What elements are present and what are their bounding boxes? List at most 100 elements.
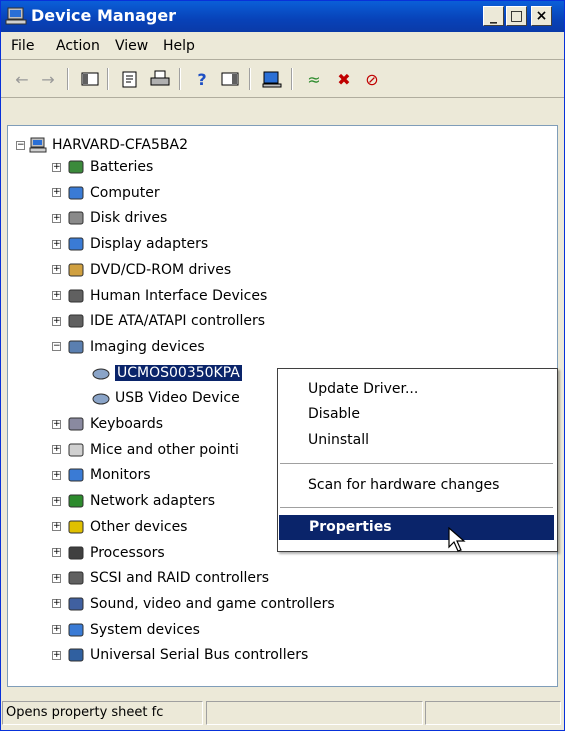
computer-icon — [29, 137, 47, 153]
tree-item-ide-ata-atapi-controllers[interactable]: + IDE ATA/ATAPI controllers — [52, 310, 265, 332]
tree-item-other-devices[interactable]: + Other devices — [52, 516, 187, 538]
tree-item-label: Human Interface Devices — [90, 287, 268, 304]
title-bar[interactable]: Device Manager _ □ × — [1, 1, 564, 32]
computer-icon — [68, 186, 84, 200]
show-hide-action-pane-icon[interactable] — [217, 67, 243, 91]
expand-expander[interactable]: + — [52, 316, 61, 326]
expand-expander[interactable]: + — [52, 650, 61, 660]
collapse-expander[interactable]: − — [52, 342, 61, 352]
properties-menu-item[interactable]: Properties — [279, 515, 554, 540]
properties-icon[interactable] — [117, 67, 143, 91]
scan-hardware-icon[interactable] — [259, 67, 285, 91]
status-text: Opens property sheet fc — [2, 701, 203, 725]
hid-icon — [68, 289, 84, 302]
tree-item-scsi-and-raid-controllers[interactable]: + SCSI and RAID controllers — [52, 567, 269, 589]
mouse-icon — [68, 443, 84, 457]
tree-item-label: Batteries — [90, 159, 154, 175]
expand-expander[interactable]: + — [52, 496, 61, 506]
camera-icon — [68, 340, 84, 354]
tree-item-human-interface-devices[interactable]: + Human Interface Devices — [52, 285, 267, 307]
expand-expander[interactable]: + — [52, 445, 61, 455]
question-mark-icon — [68, 520, 84, 534]
tree-item-display-adapters[interactable]: + Display adapters — [52, 233, 208, 255]
computer-icon — [5, 7, 27, 25]
tree-root[interactable]: − HARVARD-CFA5BA2 — [16, 134, 188, 156]
tree-item-keyboards[interactable]: + Keyboards — [52, 413, 163, 435]
tree-item-disk-drives[interactable]: + Disk drives — [52, 207, 167, 229]
tree-item-batteries[interactable]: + Batteries — [52, 156, 153, 178]
window-title: Device Manager — [31, 6, 177, 25]
tree-item-label: Sound, video and game controllers — [90, 595, 335, 612]
update-driver-menu-item[interactable]: Update Driver... — [278, 377, 555, 402]
tree-item-processors[interactable]: + Processors — [52, 542, 165, 564]
device-manager-window: Device Manager _ □ × File Action View He… — [0, 0, 565, 731]
scsi-icon — [68, 571, 84, 585]
print-icon[interactable] — [147, 67, 173, 91]
tree-root-label: HARVARD-CFA5BA2 — [52, 137, 189, 153]
expand-expander[interactable]: + — [52, 548, 61, 557]
show-hide-console-tree-icon[interactable] — [77, 67, 103, 91]
disk-drive-icon — [68, 211, 84, 225]
expand-expander[interactable]: + — [52, 419, 61, 429]
collapse-root-expander[interactable]: − — [16, 140, 25, 150]
expand-expander[interactable]: + — [52, 265, 61, 275]
menu-view[interactable]: View — [115, 37, 148, 55]
expand-expander[interactable]: + — [52, 162, 61, 172]
disable-icon[interactable]: ⊘ — [359, 67, 385, 91]
tree-item-label: UCMOS00350KPA — [115, 364, 242, 381]
sound-icon — [68, 597, 84, 611]
expand-expander[interactable]: + — [52, 625, 61, 635]
minimize-button[interactable]: _ — [483, 6, 504, 26]
tree-item-label: DVD/CD-ROM drives — [90, 261, 232, 278]
menu-file[interactable]: File — [11, 37, 34, 55]
tree-item-label: Mice and other pointi — [90, 441, 239, 458]
expand-expander[interactable]: + — [52, 522, 61, 532]
tree-item-network-adapters[interactable]: + Network adapters — [52, 490, 215, 512]
tree-item-label: Processors — [90, 544, 165, 561]
tree-item-label: Other devices — [90, 518, 188, 535]
tree-item-dvd-cd-rom-drives[interactable]: + DVD/CD-ROM drives — [52, 259, 231, 281]
network-adapter-icon — [68, 494, 84, 508]
context-menu: Update Driver... Disable Uninstall Scan … — [277, 368, 558, 552]
maximize-button[interactable]: □ — [506, 6, 527, 26]
toolbar-separator — [179, 68, 181, 90]
tree-item-system-devices[interactable]: + System devices — [52, 619, 200, 641]
scan-hardware-menu-item[interactable]: Scan for hardware changes — [278, 473, 555, 498]
close-button[interactable]: × — [531, 6, 552, 26]
expand-expander[interactable]: + — [52, 291, 61, 300]
help-icon[interactable]: ? — [189, 67, 215, 91]
forward-icon[interactable]: → — [35, 67, 61, 91]
tree-item-usb-video-device[interactable]: USB Video Device — [92, 387, 240, 409]
tree-item-monitors[interactable]: + Monitors — [52, 464, 151, 486]
tree-item-mice-and-other-pointi[interactable]: + Mice and other pointi — [52, 439, 239, 461]
back-icon[interactable]: ← — [9, 67, 35, 91]
expand-expander[interactable]: + — [52, 470, 61, 480]
disable-menu-item[interactable]: Disable — [278, 402, 555, 427]
menu-action[interactable]: Action — [56, 37, 100, 55]
uninstall-icon[interactable]: ✖ — [331, 67, 357, 91]
expand-expander[interactable]: + — [52, 599, 61, 609]
expand-expander[interactable]: + — [52, 188, 61, 198]
usb-icon — [68, 648, 84, 662]
system-device-icon — [68, 623, 84, 637]
tree-item-ucmos00350kpa[interactable]: UCMOS00350KPA — [92, 362, 242, 384]
expand-expander[interactable]: + — [52, 239, 61, 249]
tree-item-universal-serial-bus-controllers[interactable]: + Universal Serial Bus controllers — [52, 644, 308, 666]
uninstall-menu-item[interactable]: Uninstall — [278, 428, 555, 453]
menu-separator — [280, 463, 553, 464]
keyboard-icon — [68, 417, 84, 431]
tree-item-label: IDE ATA/ATAPI controllers — [90, 313, 266, 330]
tree-item-computer[interactable]: + Computer — [52, 182, 160, 204]
expand-expander[interactable]: + — [52, 213, 61, 223]
tree-item-label: Disk drives — [90, 210, 168, 227]
tree-item-label: USB Video Device — [115, 390, 240, 407]
display-adapter-icon — [68, 237, 84, 251]
tree-item-label: Monitors — [90, 467, 151, 484]
menu-help[interactable]: Help — [163, 37, 195, 55]
menu-bar: File Action View Help — [1, 33, 564, 60]
tree-item-label: Display adapters — [90, 236, 209, 253]
tree-item-sound-video-and-game-controllers[interactable]: + Sound, video and game controllers — [52, 593, 335, 615]
expand-expander[interactable]: + — [52, 573, 61, 583]
tree-item-imaging-devices[interactable]: − Imaging devices — [52, 336, 205, 358]
update-driver-icon[interactable]: ≈ — [301, 67, 327, 91]
